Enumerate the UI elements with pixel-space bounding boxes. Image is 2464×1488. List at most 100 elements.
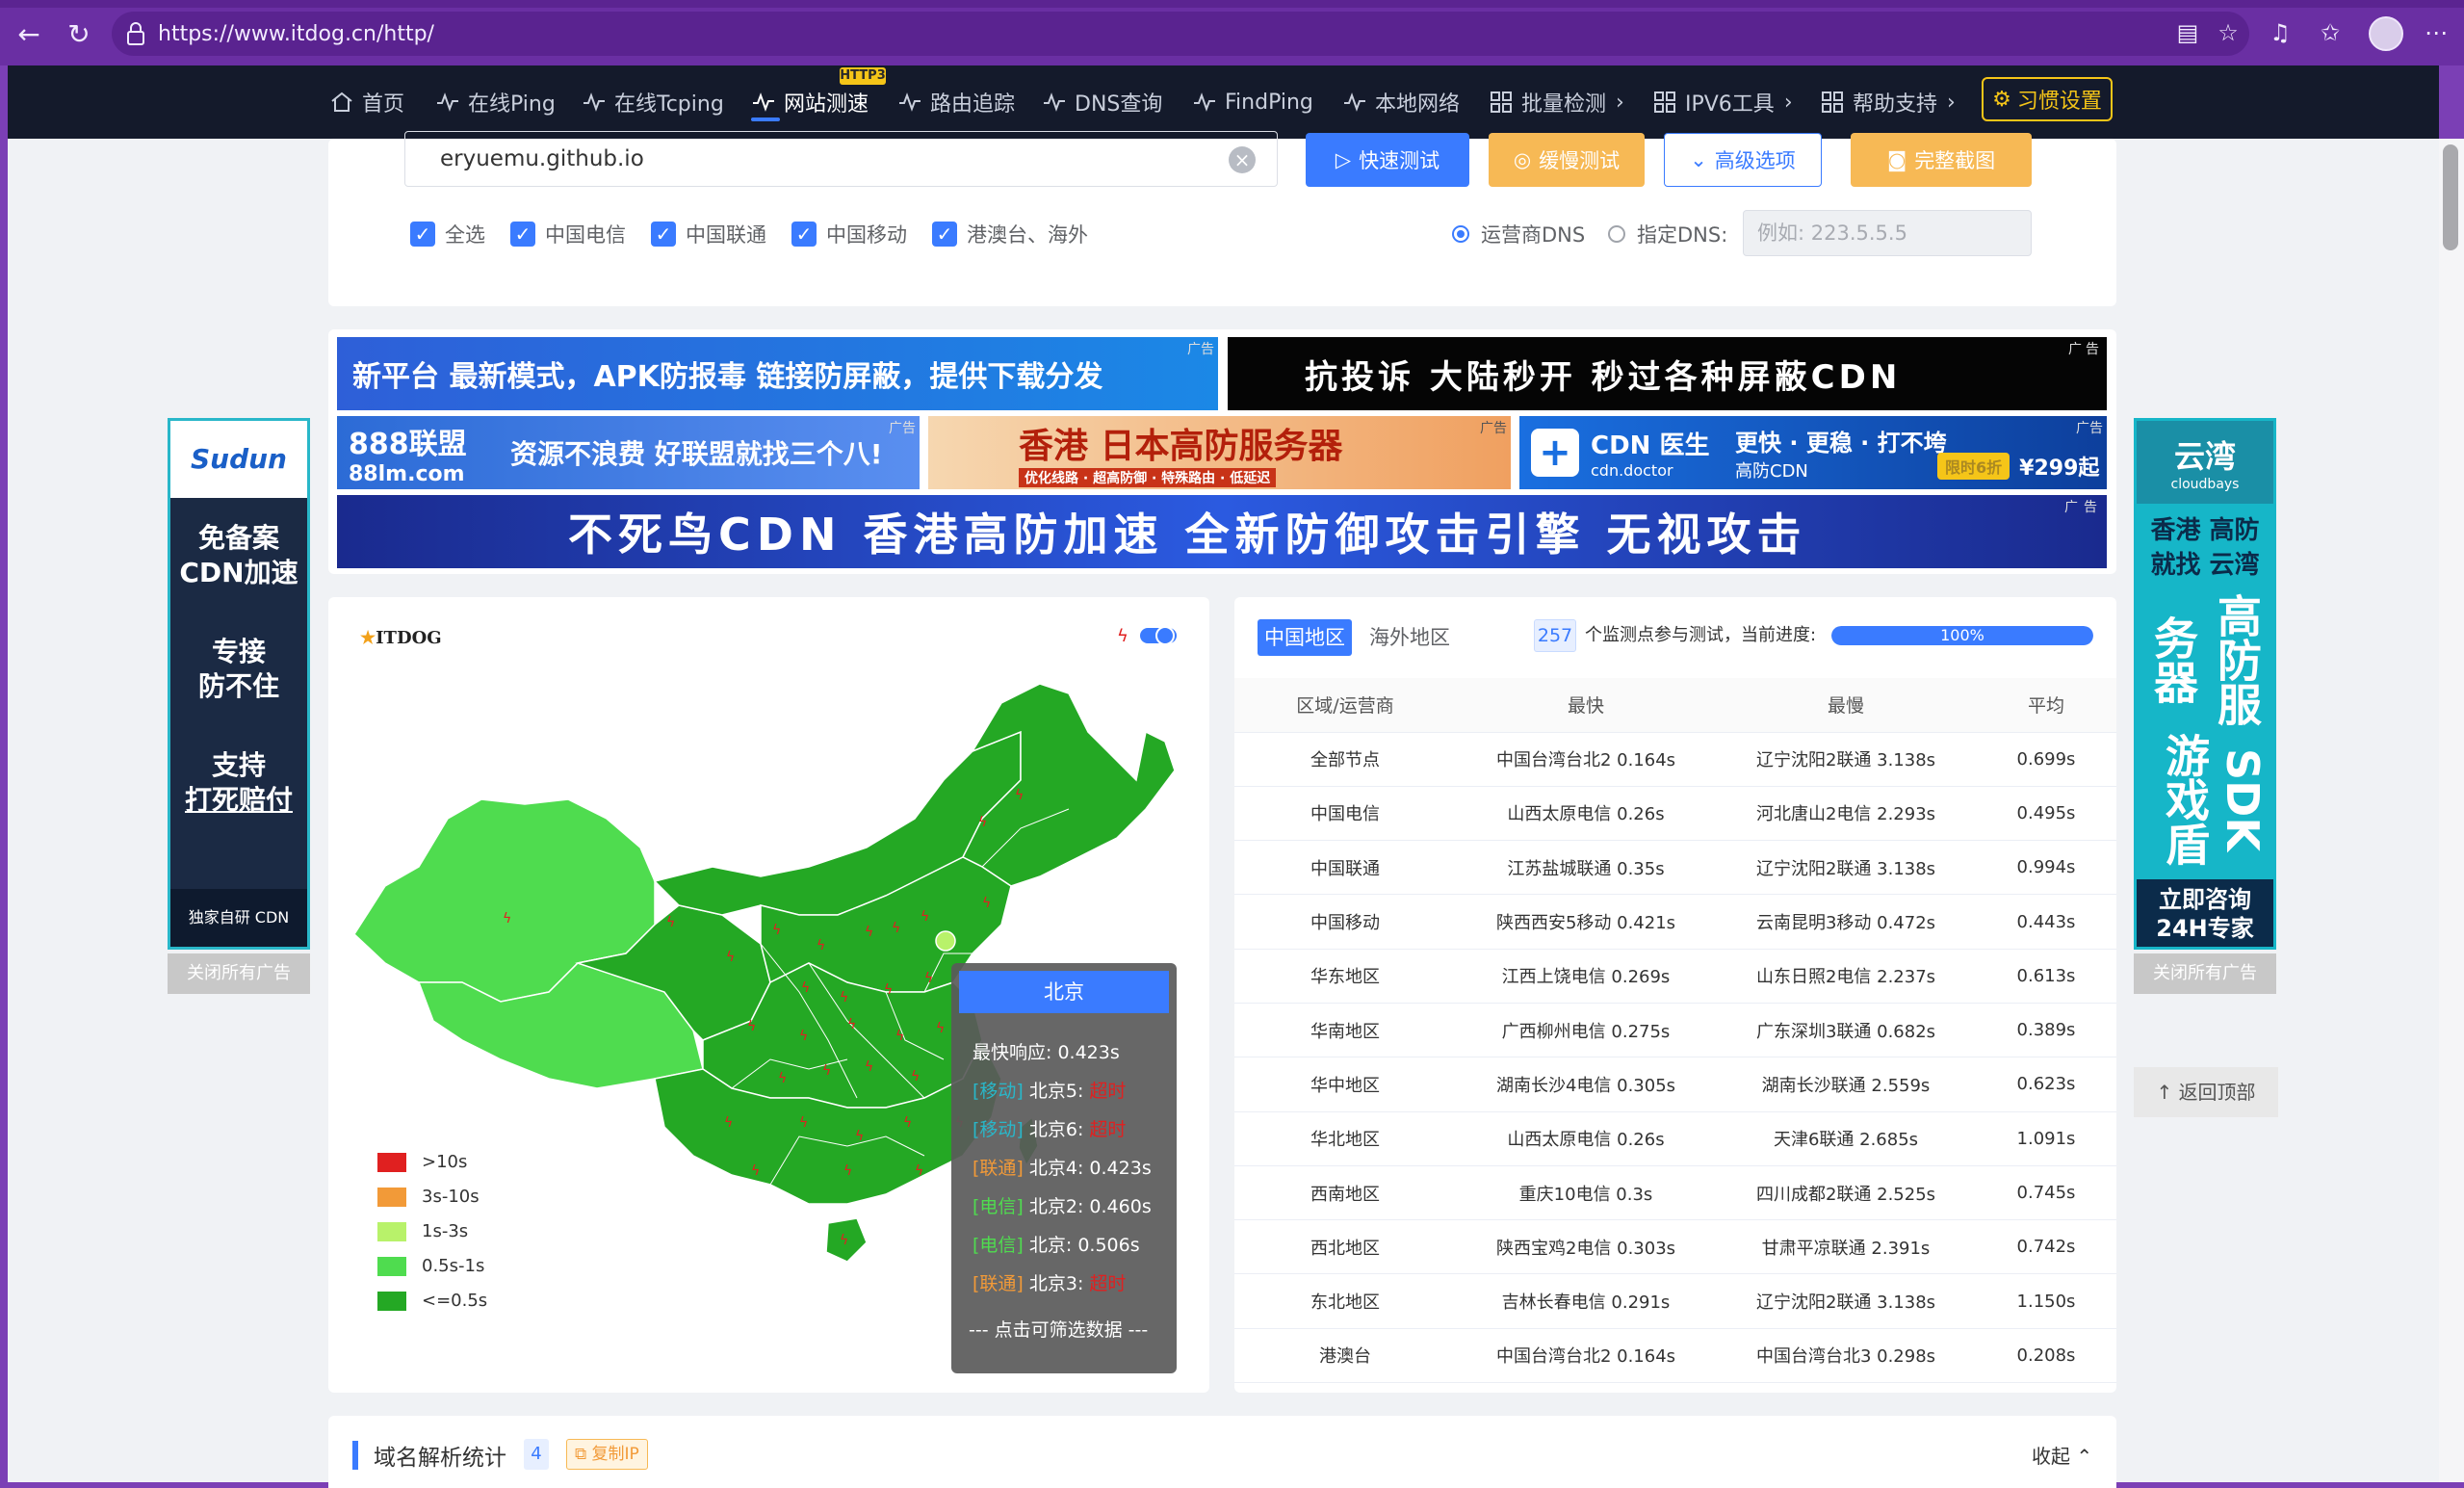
media-icon[interactable]: ♫ — [2267, 19, 2294, 46]
reload-icon[interactable]: ↻ — [62, 17, 96, 52]
table-row[interactable]: 东北地区 吉林长春电信 0.291s 辽宁沈阳2联通 3.138s 1.150s — [1234, 1273, 2116, 1329]
check-icon: ✓ — [410, 222, 435, 247]
checkbox-telecom[interactable]: ✓ 中国电信 — [510, 220, 626, 248]
scrollbar-thumb[interactable] — [2443, 144, 2458, 250]
svg-text:ϟ: ϟ — [884, 982, 893, 998]
table-row[interactable]: 西南地区 重庆10电信 0.3s 四川成都2联通 2.525s 0.745s — [1234, 1165, 2116, 1221]
domain-input[interactable]: eryuemu.github.io — [404, 131, 1278, 187]
legend-item-over-10s[interactable]: >10s — [377, 1152, 467, 1172]
more-menu-icon[interactable]: ⋯ — [2423, 19, 2450, 46]
table-cell: 广西柳州电信 0.275s — [1456, 1003, 1716, 1058]
favorite-star-icon[interactable]: ☆ — [2215, 19, 2242, 46]
back-icon[interactable]: ← — [12, 17, 46, 52]
table-row[interactable]: 中国电信 山西太原电信 0.26s 河北唐山2电信 2.293s 0.495s — [1234, 786, 2116, 842]
ad-888-text: 资源不浪费 好联盟就找三个八! — [510, 438, 883, 470]
table-row[interactable]: 全部节点 中国台湾台北2 0.164s 辽宁沈阳2联通 3.138s 0.699s — [1234, 732, 2116, 787]
nav-traceroute[interactable]: 路由追踪 — [897, 87, 1015, 117]
right-ad-line2: 就找 云湾 — [2150, 551, 2260, 580]
reader-view-icon[interactable]: ▤ — [2174, 19, 2201, 46]
checkbox-overseas[interactable]: ✓ 港澳台、海外 — [932, 220, 1088, 248]
ad-phoenix-text: 不死鸟CDN 香港高防加速 全新防御攻击引擎 无视攻击 — [568, 509, 1807, 561]
collapse-button[interactable]: 收起 ⌃ — [2032, 1441, 2092, 1469]
ad-banner-apk[interactable]: 新平台 最新模式，APK防报毒 链接防屏蔽，提供下载分发 广告 — [337, 337, 1218, 410]
isp-tag: [联通] — [973, 1273, 1024, 1294]
map-toggle-switch[interactable] — [1140, 626, 1177, 645]
nav-tcping[interactable]: 在线Tcping — [582, 87, 724, 117]
svg-text:ϟ: ϟ — [924, 971, 933, 986]
left-side-ad[interactable]: Sudun 免备案 CDN加速 专接 防不住 支持 打死赔付 独家自研 CDN — [168, 418, 310, 950]
habit-settings-button[interactable]: ⚙ 习惯设置 — [1982, 77, 2113, 121]
nav-ping[interactable]: 在线Ping — [435, 87, 556, 117]
profile-avatar[interactable] — [2369, 16, 2403, 51]
close-all-ads-right[interactable]: 关闭所有广告 — [2134, 953, 2276, 994]
right-ad-line1: 香港 高防 — [2150, 516, 2260, 545]
ad-banner-phoenix-cdn[interactable]: 不死鸟CDN 香港高防加速 全新防御攻击引擎 无视攻击 广告 — [337, 495, 2107, 568]
scrollbar-track[interactable] — [2439, 139, 2464, 1482]
table-cell: 山东日照2电信 2.237s — [1716, 949, 1976, 1004]
advanced-options-button[interactable]: ⌄ 高级选项 — [1664, 133, 1822, 187]
ad-banner-888[interactable]: 888联盟 88lm.com 资源不浪费 好联盟就找三个八! 广告 — [337, 416, 920, 489]
radio-dot — [1452, 225, 1469, 243]
nav-local-network[interactable]: 本地网络 — [1342, 87, 1460, 117]
table-cell: 0.613s — [1976, 949, 2116, 1004]
ad-banner-cdn-doctor[interactable]: + CDN 医生 cdn.doctor 更快 · 更稳 · 打不垮 高防CDN … — [1519, 416, 2107, 489]
svg-text:ϟ: ϟ — [799, 1115, 808, 1131]
slow-test-button[interactable]: ◎ 缓慢测试 — [1489, 133, 1645, 187]
ad-tag: 广告 — [889, 421, 916, 436]
tab-overseas[interactable]: 海外地区 — [1369, 619, 1450, 656]
back-to-top-button[interactable]: ↑ 返回顶部 — [2134, 1067, 2278, 1117]
ad-banner-cdn[interactable]: 抗投诉 大陆秒开 秒过各种屏蔽CDN 广告 — [1228, 337, 2107, 410]
tab-china[interactable]: 中国地区 — [1258, 619, 1352, 656]
ad-banner-hk-jp[interactable]: 香港 日本高防服务器 优化线路 · 超高防御 · 特殊路由 · 低延迟 广告 — [928, 416, 1511, 489]
results-body: 全部节点 中国台湾台北2 0.164s 辽宁沈阳2联通 3.138s 0.699s 中国… — [1234, 732, 2116, 1384]
table-row[interactable]: 华中地区 湖南长沙4电信 0.305s 湖南长沙联通 2.559s 0.623s — [1234, 1057, 2116, 1112]
column-header[interactable]: 最快 — [1456, 678, 1716, 733]
nav-batch-check[interactable]: 批量检测 › — [1489, 87, 1624, 117]
table-row[interactable]: 西北地区 陕西宝鸡2电信 0.303s 甘肃平凉联通 2.391s 0.742s — [1234, 1219, 2116, 1275]
ad-tag: 广告 — [1187, 342, 1214, 357]
column-header[interactable]: 最慢 — [1716, 678, 1976, 733]
svg-text:ϟ: ϟ — [982, 896, 991, 911]
pulse-icon — [584, 92, 605, 112]
column-header[interactable]: 平均 — [1976, 678, 2116, 733]
nav-website-speed[interactable]: 网站测速 — [751, 87, 869, 117]
right-side-ad[interactable]: 云湾 cloudbays 香港 高防 就找 云湾 高防服务器 SDK游戏盾 立即… — [2134, 418, 2276, 950]
column-header[interactable]: 区域/运营商 — [1234, 678, 1456, 733]
nav-findping[interactable]: FindPing — [1192, 87, 1313, 117]
table-row[interactable]: 中国移动 陕西西安5移动 0.421s 云南昆明3移动 0.472s 0.443s — [1234, 894, 2116, 950]
table-row[interactable]: 华东地区 江西上饶电信 0.269s 山东日照2电信 2.237s 0.613s — [1234, 949, 2116, 1004]
table-row[interactable]: 华北地区 山西太原电信 0.26s 天津6联通 2.685s 1.091s — [1234, 1111, 2116, 1166]
legend-item-under-0.5s[interactable]: <=0.5s — [377, 1291, 487, 1311]
cloudbays-logo: 云湾 — [2173, 438, 2236, 475]
clear-input-icon[interactable]: × — [1229, 146, 1256, 173]
checkbox-unicom[interactable]: ✓ 中国联通 — [651, 220, 766, 248]
table-cell: 重庆10电信 0.3s — [1456, 1165, 1716, 1221]
nav-ipv6-tools[interactable]: IPV6工具 › — [1652, 87, 1793, 117]
legend-item-1-3s[interactable]: 1s-3s — [377, 1221, 468, 1241]
radio-custom-dns[interactable]: 指定DNS: — [1608, 220, 1727, 248]
legend-item-3-10s[interactable]: 3s-10s — [377, 1187, 480, 1207]
checkbox-select-all[interactable]: ✓ 全选 — [410, 220, 485, 248]
table-row[interactable]: 港澳台 中国台湾台北2 0.164s 中国台湾台北3 0.298s 0.208s — [1234, 1328, 2116, 1384]
close-all-ads-left[interactable]: 关闭所有广告 — [168, 953, 310, 994]
radio-isp-dns[interactable]: 运营商DNS — [1452, 220, 1585, 248]
address-bar[interactable]: https://www.itdog.cn/http/ — [112, 12, 2249, 56]
ad-cdn-doctor-type: 高防CDN — [1735, 460, 1808, 482]
ad-888-logo: 888联盟 — [349, 427, 467, 461]
grid-icon — [1654, 91, 1675, 113]
nav-dns[interactable]: DNS查询 — [1042, 87, 1162, 117]
full-screenshot-button[interactable]: ◙ 完整截图 — [1851, 133, 2032, 187]
table-cell: 0.742s — [1976, 1219, 2116, 1275]
table-row[interactable]: 华南地区 广西柳州电信 0.275s 广东深圳3联通 0.682s 0.389s — [1234, 1003, 2116, 1058]
nav-help[interactable]: 帮助支持 › — [1820, 87, 1956, 117]
quick-test-button[interactable]: ▷ 快速测试 — [1306, 133, 1469, 187]
checkbox-mobile[interactable]: ✓ 中国移动 — [791, 220, 907, 248]
nav-home[interactable]: 首页 — [329, 87, 404, 117]
table-row[interactable]: 中国联通 江苏盐城联通 0.35s 辽宁沈阳2联通 3.138s 0.994s — [1234, 840, 2116, 896]
favorites-icon[interactable]: ✩ — [2317, 19, 2344, 46]
copy-ip-button[interactable]: ⧉ 复制IP — [566, 1439, 648, 1470]
legend-item-0.5-1s[interactable]: 0.5s-1s — [377, 1256, 484, 1276]
svg-text:ϟ: ϟ — [911, 1069, 920, 1084]
custom-dns-input[interactable]: 例如: 223.5.5.5 — [1743, 210, 2032, 256]
tooltip-row: [电信] 北京: 0.506s — [973, 1231, 1140, 1257]
